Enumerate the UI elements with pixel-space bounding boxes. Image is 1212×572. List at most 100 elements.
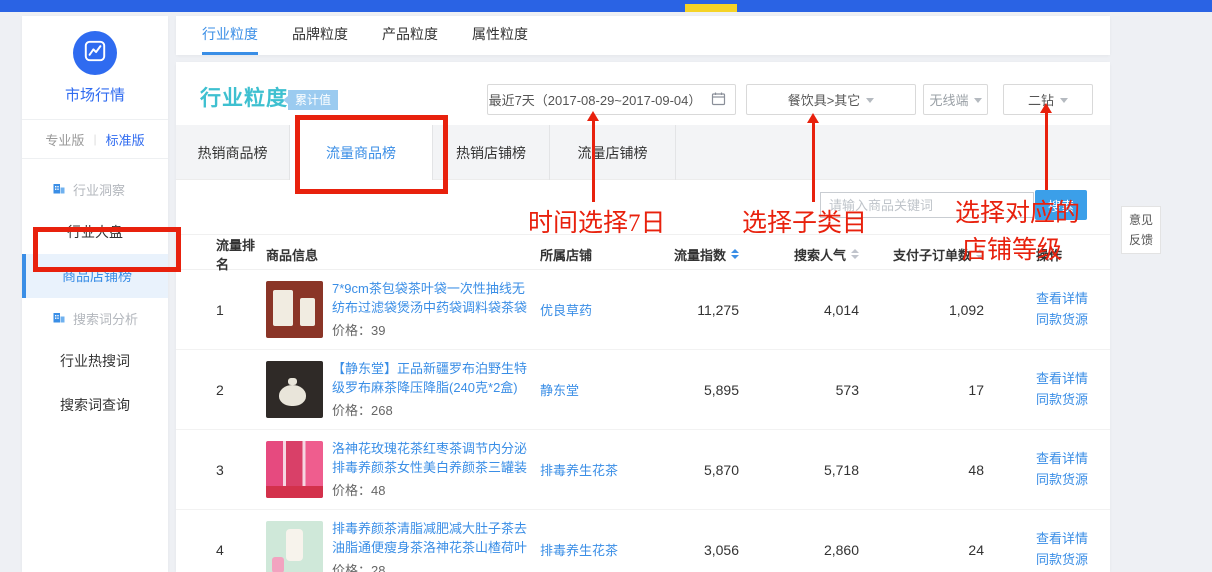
nav-section-industry-insight: 行业洞察 <box>22 169 168 210</box>
sidebar-item-hot-search-words[interactable]: 行业热搜词 <box>22 339 168 383</box>
rank-cell: 4 <box>216 542 266 558</box>
product-price: 价格：268 <box>332 400 528 419</box>
sidebar-nav: 行业洞察 行业大盘 商品店铺榜 搜索词分析 行业热搜词 搜索词查询 <box>22 159 168 427</box>
product-title-link[interactable]: 洛神花玫瑰花茶红枣茶调节内分泌排毒养颜茶女性美白养颜茶三罐装 <box>332 440 528 478</box>
main-panel: 行业粒度 累计值 最近7天（2017-08-29~2017-09-04） 餐饮具… <box>176 62 1110 572</box>
table-row: 4 排毒养颜茶清脂减肥减大肚子茶去油脂通便瘦身茶洛神花茶山楂荷叶 价格：28 排… <box>176 510 1110 572</box>
traffic-index-value: 5,870 <box>644 462 739 478</box>
rank-table: 流量排名 商品信息 所属店铺 流量指数 搜索人气 支付子订单数 操作 1 <box>176 234 1110 572</box>
same-supply-link[interactable]: 同款货源 <box>1036 390 1110 411</box>
search-popularity-value: 2,860 <box>739 542 859 558</box>
product-price: 价格：39 <box>332 320 528 339</box>
same-supply-link[interactable]: 同款货源 <box>1036 550 1110 571</box>
traffic-index-value: 5,895 <box>644 382 739 398</box>
product-thumbnail[interactable] <box>266 281 323 338</box>
version-switcher: 专业版 | 标准版 <box>22 119 168 159</box>
col-header-shop: 所属店铺 <box>528 245 644 264</box>
shop-link[interactable]: 排毒养生花茶 <box>528 540 644 559</box>
product-thumbnail[interactable] <box>266 361 323 418</box>
col-header-search-popularity[interactable]: 搜索人气 <box>739 245 859 264</box>
feedback-label-line1: 意见 <box>1122 210 1160 230</box>
tab-hot-shop-rank[interactable]: 热销店铺榜 <box>433 125 550 180</box>
view-detail-link[interactable]: 查看详情 <box>1036 529 1110 550</box>
tab-industry-granularity[interactable]: 行业粒度 <box>202 16 258 55</box>
table-row: 1 7*9cm茶包袋茶叶袋一次性抽线无纺布过滤袋煲汤中药袋调料袋茶袋 价格：39… <box>176 270 1110 350</box>
annotation-time-select: 时间选择7日 <box>528 203 666 239</box>
sidebar-item-product-shop-rank[interactable]: 商品店铺榜 <box>22 254 168 298</box>
shop-link[interactable]: 排毒养生花茶 <box>528 460 644 479</box>
app-logo[interactable] <box>73 31 117 75</box>
feedback-button[interactable]: 意见 反馈 <box>1121 206 1161 254</box>
terminal-dropdown[interactable]: 无线端 <box>923 84 988 115</box>
same-supply-link[interactable]: 同款货源 <box>1036 470 1110 491</box>
tab-product-granularity[interactable]: 产品粒度 <box>382 16 438 55</box>
pay-suborders-value: 1,092 <box>859 302 984 318</box>
chevron-down-icon <box>1060 98 1068 103</box>
col-header-traffic-rank: 流量排名 <box>216 235 266 273</box>
tab-traffic-product-rank[interactable]: 流量商品榜 <box>290 125 433 180</box>
table-row: 3 洛神花玫瑰花茶红枣茶调节内分泌排毒养颜茶女性美白养颜茶三罐装 价格：48 排… <box>176 430 1110 510</box>
terminal-dropdown-value: 无线端 <box>929 90 968 109</box>
nav-section-label: 搜索词分析 <box>73 309 138 328</box>
view-detail-link[interactable]: 查看详情 <box>1036 449 1110 470</box>
product-price: 价格：48 <box>332 480 528 499</box>
product-title-link[interactable]: 排毒养颜茶清脂减肥减大肚子茶去油脂通便瘦身茶洛神花茶山楂荷叶 <box>332 520 528 558</box>
tab-traffic-shop-rank[interactable]: 流量店铺榜 <box>550 125 676 180</box>
view-detail-link[interactable]: 查看详情 <box>1036 369 1110 390</box>
annotation-category-select: 选择子类目 <box>742 203 867 239</box>
col-header-traffic-index[interactable]: 流量指数 <box>644 245 739 264</box>
pay-suborders-value: 48 <box>859 462 984 478</box>
tab-hot-product-rank[interactable]: 热销商品榜 <box>176 125 290 180</box>
category-dropdown[interactable]: 餐饮具>其它 <box>746 84 916 115</box>
building-icon <box>52 181 66 198</box>
building-icon <box>52 310 66 327</box>
annotation-arrow-category <box>812 122 815 202</box>
rank-tabbar: 热销商品榜 流量商品榜 热销店铺榜 流量店铺榜 <box>176 125 1110 180</box>
product-cell: 洛神花玫瑰花茶红枣茶调节内分泌排毒养颜茶女性美白养颜茶三罐装 价格：48 <box>266 440 528 500</box>
shop-link[interactable]: 优良草药 <box>528 300 644 319</box>
chevron-down-icon <box>866 98 874 103</box>
same-supply-link[interactable]: 同款货源 <box>1036 310 1110 331</box>
version-separator: | <box>93 132 96 146</box>
sidebar-item-search-word-query[interactable]: 搜索词查询 <box>22 383 168 427</box>
pay-suborders-value: 24 <box>859 542 984 558</box>
actions-cell: 查看详情 同款货源 <box>984 369 1110 411</box>
sidebar-item-industry-market[interactable]: 行业大盘 <box>22 210 168 254</box>
page-title: 行业粒度 <box>200 82 288 112</box>
sort-icon[interactable] <box>851 249 859 259</box>
product-title-link[interactable]: 【静东堂】正品新疆罗布泊野生特级罗布麻茶降压降脂(240克*2盒) <box>332 360 528 398</box>
search-popularity-value: 573 <box>739 382 859 398</box>
traffic-index-value: 11,275 <box>644 302 739 318</box>
search-popularity-value: 5,718 <box>739 462 859 478</box>
product-cell: 【静东堂】正品新疆罗布泊野生特级罗布麻茶降压降脂(240克*2盒) 价格：268 <box>266 360 528 420</box>
product-cell: 7*9cm茶包袋茶叶袋一次性抽线无纺布过滤袋煲汤中药袋调料袋茶袋 价格：39 <box>266 280 528 340</box>
col-header-label: 搜索人气 <box>794 245 846 264</box>
cumulative-badge: 累计值 <box>288 90 338 110</box>
tab-brand-granularity[interactable]: 品牌粒度 <box>292 16 348 55</box>
version-tab-pro[interactable]: 专业版 <box>45 130 84 149</box>
topbar-yellow-indicator <box>685 4 737 12</box>
annotation-arrow-level <box>1045 112 1048 190</box>
sidebar: 市场行情 专业版 | 标准版 行业洞察 行业大盘 商品店铺榜 <box>22 16 168 572</box>
rank-cell: 1 <box>216 302 266 318</box>
view-detail-link[interactable]: 查看详情 <box>1036 289 1110 310</box>
shop-link[interactable]: 静东堂 <box>528 380 644 399</box>
calendar-button[interactable] <box>702 84 736 115</box>
col-header-label: 支付子订单数 <box>893 245 971 264</box>
actions-cell: 查看详情 同款货源 <box>984 449 1110 491</box>
actions-cell: 查看详情 同款货源 <box>984 289 1110 331</box>
sort-icon[interactable] <box>731 249 739 259</box>
tab-attribute-granularity[interactable]: 属性粒度 <box>472 16 528 55</box>
calendar-icon <box>711 91 726 109</box>
product-thumbnail[interactable] <box>266 441 323 498</box>
product-title-link[interactable]: 7*9cm茶包袋茶叶袋一次性抽线无纺布过滤袋煲汤中药袋调料袋茶袋 <box>332 280 528 318</box>
version-tab-standard[interactable]: 标准版 <box>106 130 145 149</box>
rank-cell: 2 <box>216 382 266 398</box>
product-thumbnail[interactable] <box>266 521 323 572</box>
col-header-label: 流量指数 <box>674 245 726 264</box>
table-row: 2 【静东堂】正品新疆罗布泊野生特级罗布麻茶降压降脂(240克*2盒) 价格：2… <box>176 350 1110 430</box>
product-cell: 排毒养颜茶清脂减肥减大肚子茶去油脂通便瘦身茶洛神花茶山楂荷叶 价格：28 <box>266 520 528 572</box>
search-popularity-value: 4,014 <box>739 302 859 318</box>
top-browser-bar <box>0 0 1212 12</box>
actions-cell: 查看详情 同款货源 <box>984 529 1110 571</box>
